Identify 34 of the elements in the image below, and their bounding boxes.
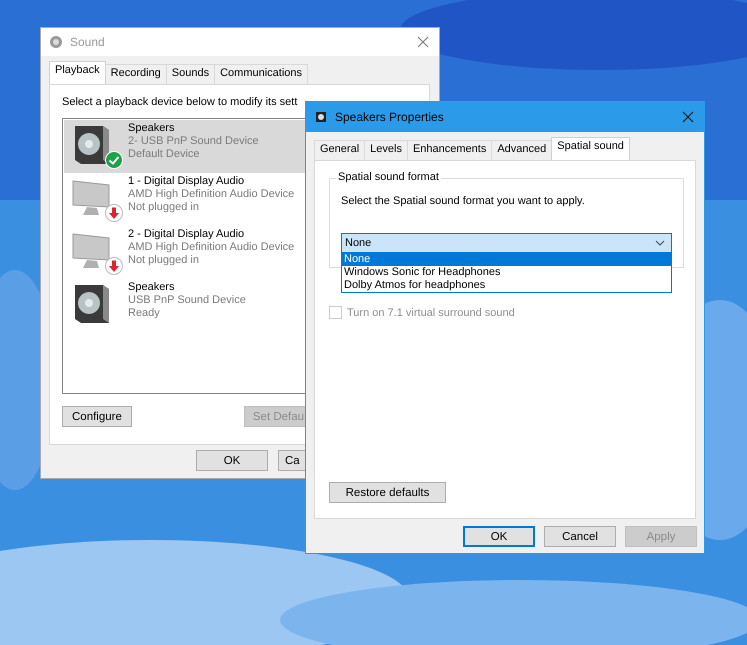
device-status: Ready — [128, 307, 161, 320]
checkbox-label: Turn on 7.1 virtual surround sound — [347, 306, 515, 318]
device-description: AMD High Definition Audio Device — [128, 241, 294, 254]
device-status: Not plugged in — [128, 254, 200, 267]
dialog-button[interactable]: OK — [463, 526, 535, 547]
close-icon[interactable] — [417, 36, 429, 48]
close-icon[interactable] — [682, 111, 694, 123]
device-name: Speakers — [128, 281, 176, 294]
restore-defaults-button[interactable]: Restore defaults — [329, 482, 446, 503]
device-name: Speakers — [128, 122, 176, 135]
device-description: AMD High Definition Audio Device — [128, 188, 294, 201]
device-status: Not plugged in — [128, 201, 200, 214]
dialog-button[interactable]: OK — [196, 450, 268, 471]
device-status: Default Device — [128, 148, 201, 161]
device-description: USB PnP Sound Device — [128, 294, 246, 307]
tab[interactable]: General — [314, 140, 366, 160]
tab[interactable]: Communications — [214, 64, 308, 84]
check-icon — [105, 151, 123, 169]
chevron-icon — [655, 240, 665, 246]
instruction-text: Select the Spatial sound format you want to apply. — [341, 195, 586, 207]
device-name: 2 - Digital Display Audio — [128, 228, 246, 241]
dropdown-option[interactable]: Dolby Atmos for headphones — [342, 279, 671, 292]
dropdown-option[interactable]: Windows Sonic for Headphones — [342, 266, 671, 279]
device-description: 2- USB PnP Sound Device — [128, 135, 259, 148]
instruction-text: Select a playback device below to modify its sett — [62, 96, 298, 110]
device-name: 1 - Digital Display Audio — [128, 175, 246, 188]
window-title: Sound — [70, 35, 106, 49]
tab[interactable]: Spatial sound — [551, 137, 630, 160]
dialog-button[interactable]: Cancel — [544, 526, 616, 547]
format-dropdown[interactable]: None — [341, 233, 672, 253]
group-title: Spatial sound format — [336, 171, 441, 183]
configure-button[interactable]: Configure — [62, 406, 132, 427]
dropdown-option[interactable]: None — [342, 253, 671, 266]
tab[interactable]: Playback — [49, 61, 106, 84]
